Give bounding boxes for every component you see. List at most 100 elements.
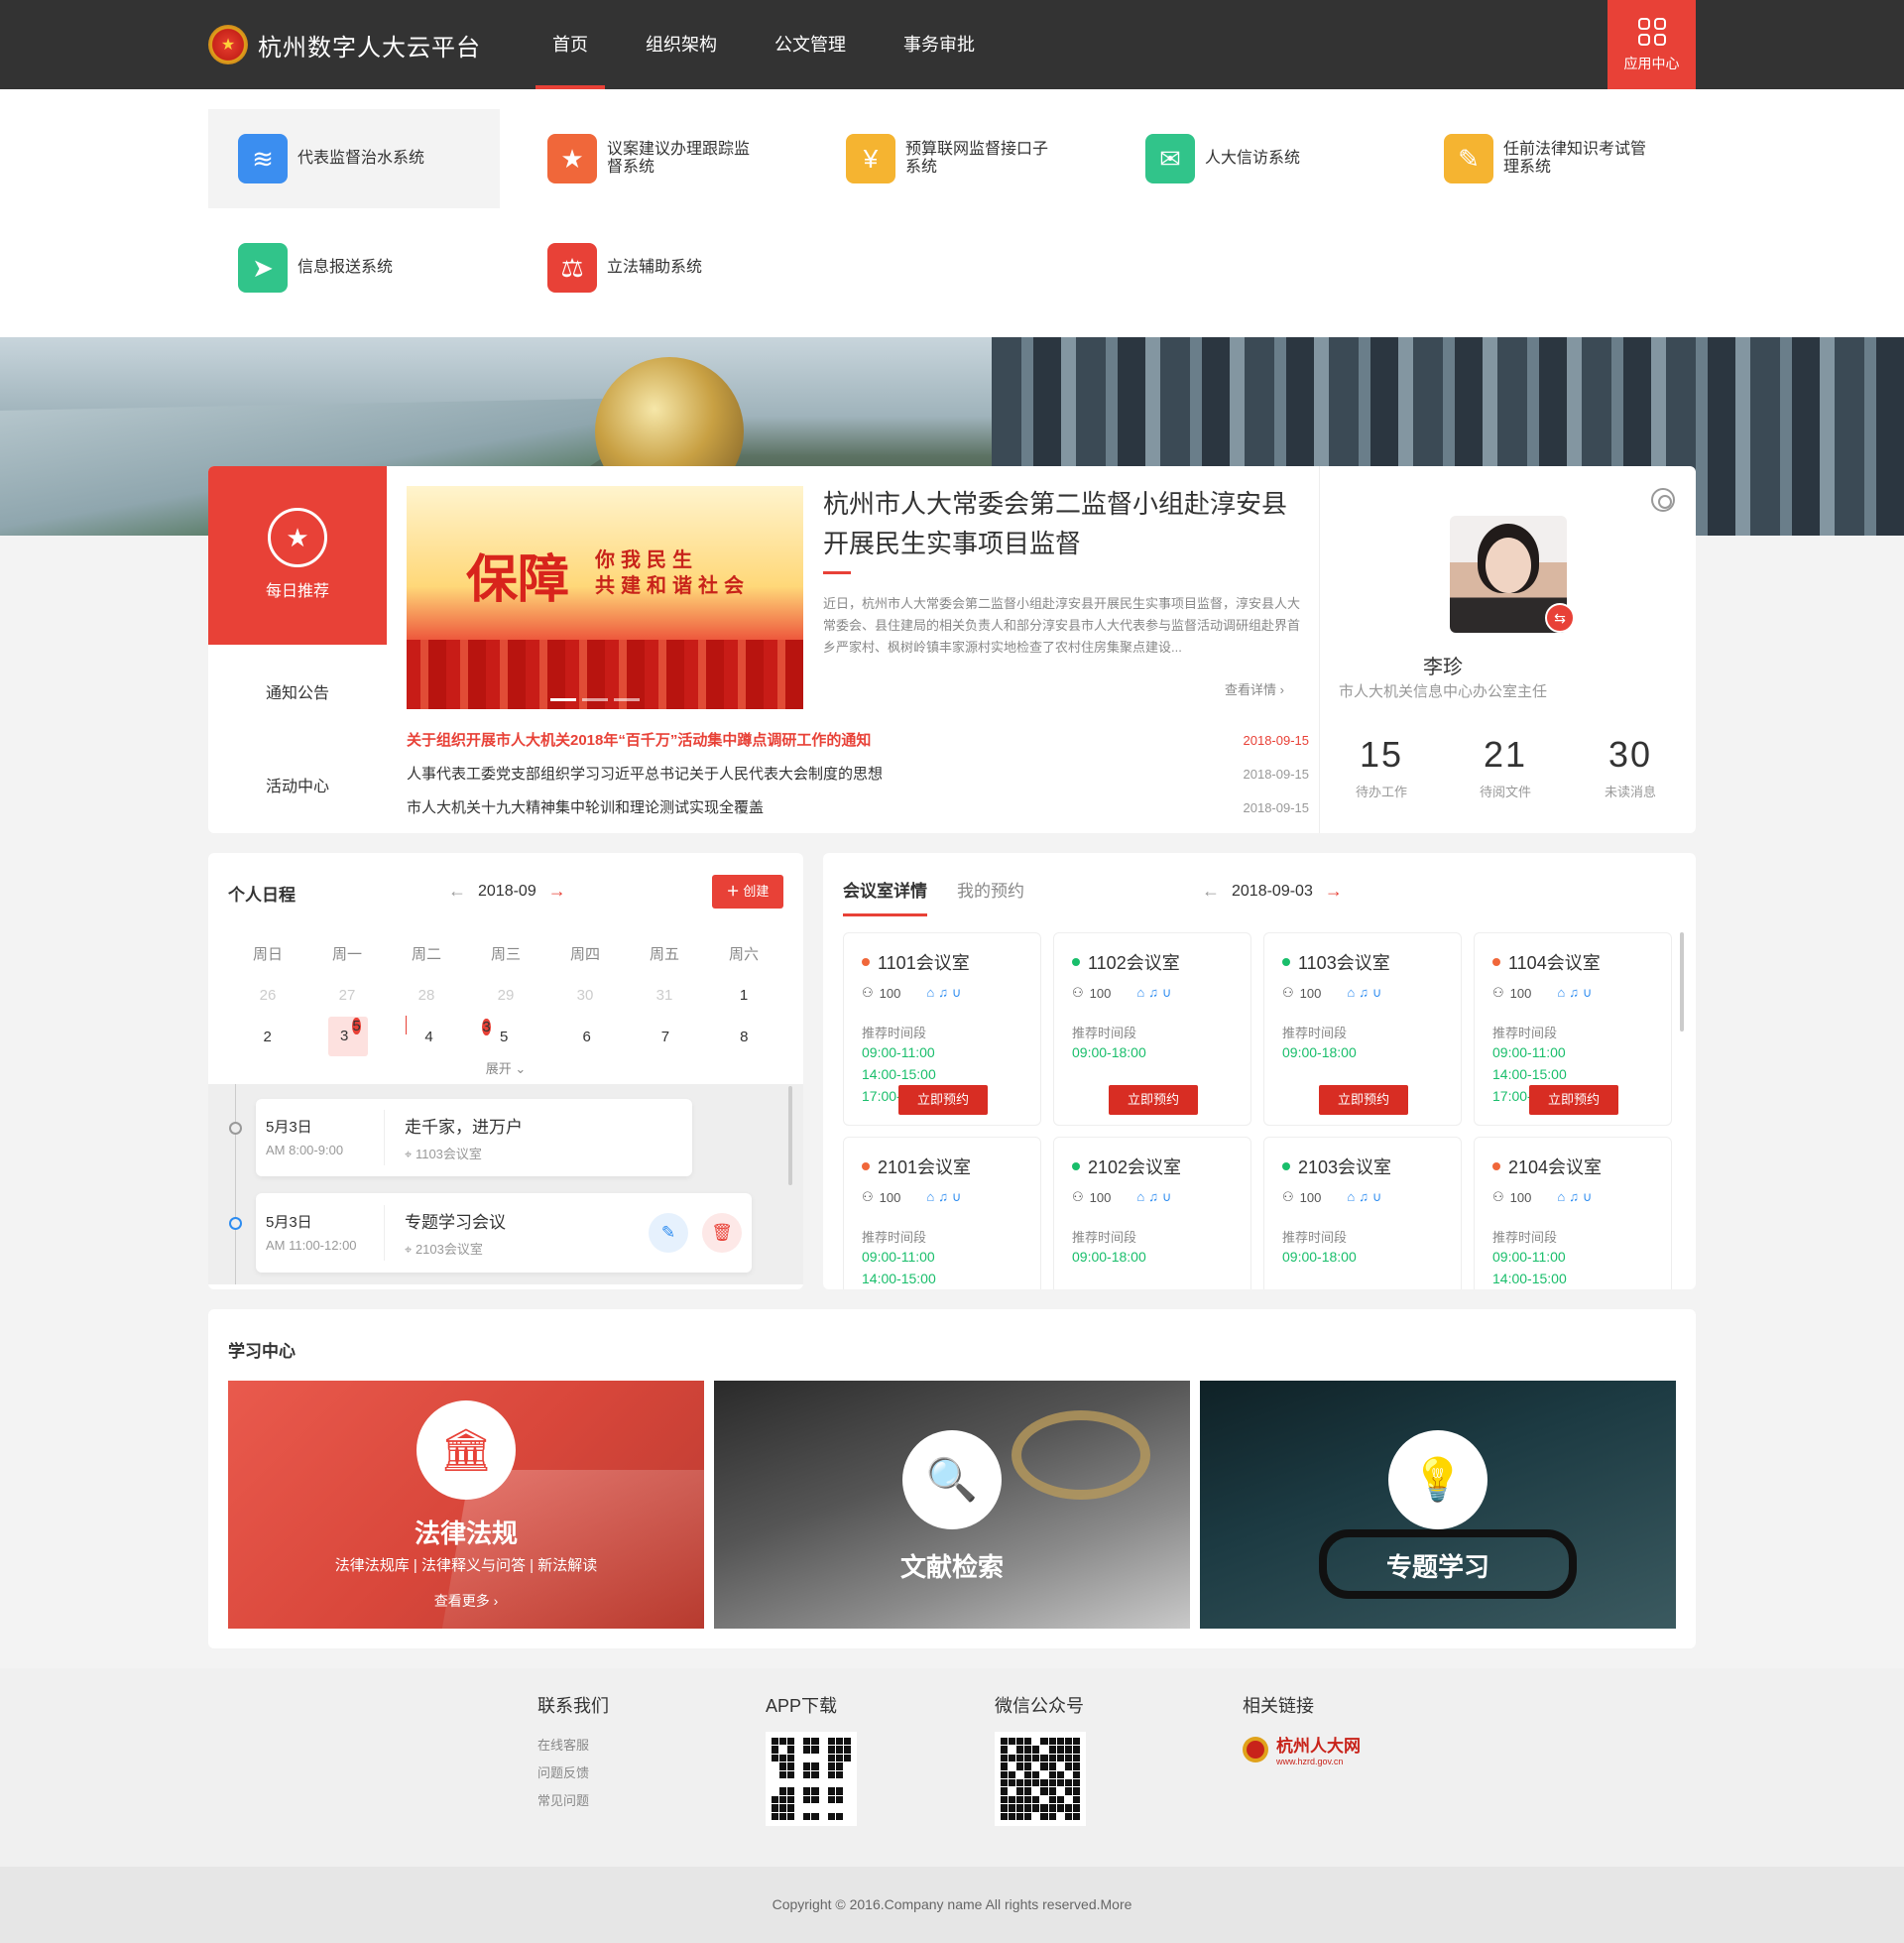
room-capacity: 100 [1089, 985, 1112, 1001]
room-card[interactable]: 1103会议室 ⚇ 100 ⌂♫∪ 推荐时间段 09:00-18:00 立即预约 [1263, 932, 1462, 1126]
calendar-day[interactable]: 6 [547, 1029, 626, 1045]
room-name: 1103会议室 [1298, 953, 1390, 973]
status-dot [862, 958, 870, 966]
site-name: 杭州人大网 [1276, 1737, 1361, 1756]
room-card[interactable]: 1102会议室 ⚇ 100 ⌂♫∪ 推荐时间段 09:00-18:00 立即预约 [1053, 932, 1251, 1126]
app-info-report[interactable]: ➤ 信息报送系统 [208, 218, 500, 317]
app-proposal-tracking[interactable]: ★ 议案建议办理跟踪监督系统 [518, 109, 809, 208]
book-now-button[interactable]: 立即预约 [898, 1085, 988, 1115]
room-name: 2103会议室 [1298, 1157, 1392, 1177]
calendar-day[interactable]: 7 [626, 1029, 704, 1045]
app-center-button[interactable]: 应用中心 [1607, 0, 1696, 89]
status-dot [862, 1162, 870, 1170]
room-card[interactable]: 1101会议室 ⚇ 100 ⌂♫∪ 推荐时间段 09:00-11:00 14:00-15:0… [843, 932, 1041, 1126]
flag-icon [405, 1015, 407, 1034]
nav-organization[interactable]: 组织架构 [629, 0, 734, 89]
recommended-times: 09:00-11:0014:00-15:0017:00-18:00 [1492, 1246, 1671, 1289]
calendar-day[interactable]: 30 [545, 987, 625, 1004]
user-name: 李珍 [1423, 657, 1463, 678]
footer-link[interactable]: 在线客服 [537, 1732, 609, 1760]
location-pin-icon: ⌖ [405, 1242, 413, 1257]
status-dot [1282, 958, 1290, 966]
calendar-day[interactable]: 1 [704, 987, 783, 1004]
event-card[interactable]: 5月3日 AM 11:00-12:00 专题学习会议 ⌖ 2103会议室 ✎ 🗑 [256, 1193, 752, 1273]
app-menu: ≋ 代表监督治水系统 ★ 议案建议办理跟踪监督系统 ¥ 预算联网监督接口子系统 … [0, 89, 1904, 337]
app-water-supervision[interactable]: ≋ 代表监督治水系统 [208, 109, 500, 208]
edit-icon[interactable]: ✎ [649, 1213, 688, 1253]
calendar-day[interactable]: 31 [625, 987, 704, 1004]
document-search-icon: 🔍 [902, 1430, 1002, 1529]
room-name: 1104会议室 [1508, 953, 1601, 973]
prev-day-arrow-icon[interactable]: ← [1202, 881, 1220, 902]
stat-unread-docs[interactable]: 21 待阅文件 [1446, 734, 1565, 800]
create-event-button[interactable]: ＋ 创建 [712, 875, 783, 909]
next-day-arrow-icon[interactable]: → [1325, 881, 1343, 902]
app-budget-supervision[interactable]: ¥ 预算联网监督接口子系统 [816, 109, 1108, 208]
tab-my-bookings[interactable]: 我的预约 [957, 877, 1024, 916]
calendar-day[interactable]: 53 [469, 1018, 547, 1045]
nav-approval[interactable]: 事务审批 [887, 0, 992, 89]
app-legislation[interactable]: ⚖ 立法辅助系统 [518, 218, 809, 317]
app-petition[interactable]: ✉ 人大信访系统 [1116, 109, 1407, 208]
event-timeline: 5月3日 AM 8:00-9:00 走千家，进万户 ⌖ 1103会议室 5月3日 AM… [208, 1084, 803, 1284]
footer-link[interactable]: 问题反馈 [537, 1760, 609, 1787]
schedule-scrollbar[interactable] [788, 1086, 792, 1185]
room-name: 2104会议室 [1508, 1157, 1603, 1177]
facility-icons: ⌂♫∪ [1347, 1189, 1386, 1204]
room-name: 2102会议室 [1088, 1157, 1182, 1177]
calendar: 周日 周一 周二 周三 周四 周五 周六 26 27 28 29 30 31 1… [228, 932, 783, 1057]
stat-unread-messages[interactable]: 30 未读消息 [1571, 734, 1690, 800]
room-card[interactable]: 2102会议室⚇100⌂♫∪推荐时间段09:00-18:00立即预约 [1053, 1137, 1251, 1289]
footer-contact: 联系我们 在线客服 问题反馈 常见问题 [537, 1692, 609, 1815]
timeline-dot [229, 1122, 242, 1135]
prev-month-arrow-icon[interactable]: ← [448, 881, 466, 902]
calendar-day[interactable]: 2 [228, 1029, 306, 1045]
person-icon: ⚇ [1492, 1189, 1504, 1204]
switch-account-icon[interactable]: ⇆ [1545, 603, 1575, 633]
weekday-label: 周三 [490, 945, 521, 963]
room-card[interactable]: 2103会议室⚇100⌂♫∪推荐时间段09:00-18:00立即预约 [1263, 1137, 1462, 1289]
nav-home[interactable]: 首页 [536, 0, 605, 89]
calendar-day-today[interactable]: 35 [328, 1017, 369, 1056]
settings-gear-icon[interactable] [1651, 488, 1675, 512]
delete-trash-icon[interactable]: 🗑 [702, 1213, 742, 1253]
room-card[interactable]: 1104会议室 ⚇ 100 ⌂♫∪ 推荐时间段 09:00-11:00 14:00-15:0… [1474, 932, 1672, 1126]
room-capacity: 100 [1299, 985, 1322, 1001]
study-card-title: 文献检索 [899, 1552, 1004, 1582]
book-now-button[interactable]: 立即预约 [1529, 1085, 1618, 1115]
expand-calendar-toggle[interactable]: 展开 ⌄ [208, 1058, 803, 1077]
calendar-day[interactable]: 4 [390, 1015, 468, 1045]
room-card[interactable]: 2104会议室 ⚇ 100 ⌂♫∪ 推荐时间段 09:00-11:00 14:00-15:0… [1474, 1137, 1672, 1289]
time-slot: 09:00-18:00 [1282, 1249, 1357, 1265]
stat-todo[interactable]: 15 待办工作 [1322, 734, 1441, 800]
study-card-literature[interactable]: 🔍 文献检索 [714, 1381, 1190, 1629]
event-title: 走千家，进万户 [405, 1118, 523, 1137]
status-dot [1072, 958, 1080, 966]
next-month-arrow-icon[interactable]: → [548, 881, 566, 902]
calendar-day[interactable]: 28 [387, 987, 466, 1004]
study-card-links[interactable]: 法律法规库 | 法律释义与问答 | 新法解读 [228, 1554, 704, 1575]
nav-documents[interactable]: 公文管理 [758, 0, 863, 89]
rooms-scrollbar[interactable] [1680, 932, 1684, 1032]
book-now-button[interactable]: 立即预约 [1109, 1085, 1198, 1115]
app-label: 预算联网监督接口子系统 [905, 141, 1049, 176]
room-card[interactable]: 2101会议室 ⚇ 100 ⌂♫∪ 推荐时间段 09:00-11:00 14:00-15:0… [843, 1137, 1041, 1289]
calendar-day[interactable]: 8 [705, 1029, 783, 1045]
hzrd-site-link[interactable]: 杭州人大网 www.hzrd.gov.cn [1243, 1732, 1361, 1766]
study-card-topics[interactable]: 💡 专题学习 [1200, 1381, 1676, 1629]
book-now-button[interactable]: 立即预约 [1319, 1085, 1408, 1115]
room-name: 1102会议室 [1088, 953, 1180, 973]
footer-link[interactable]: 常见问题 [537, 1787, 609, 1815]
calendar-day[interactable]: 29 [466, 987, 545, 1004]
weekday-label: 周二 [411, 945, 441, 963]
calendar-day[interactable]: 27 [307, 987, 387, 1004]
study-card-laws[interactable]: 🏛 法律法规 法律法规库 | 法律释义与问答 | 新法解读 查看更多 › [228, 1381, 704, 1629]
app-label: 代表监督治水系统 [298, 150, 425, 167]
event-card[interactable]: 5月3日 AM 8:00-9:00 走千家，进万户 ⌖ 1103会议室 [256, 1099, 692, 1176]
facility-icons: ⌂♫∪ [926, 985, 966, 1000]
tab-room-details[interactable]: 会议室详情 [843, 877, 927, 916]
app-law-exam[interactable]: ✎ 任前法律知识考试管理系统 [1414, 109, 1706, 208]
study-more-link[interactable]: 查看更多 › [228, 1591, 704, 1611]
calendar-day[interactable]: 26 [228, 987, 307, 1004]
site-logo[interactable]: ★ 杭州数字人大云平台 [208, 25, 481, 64]
